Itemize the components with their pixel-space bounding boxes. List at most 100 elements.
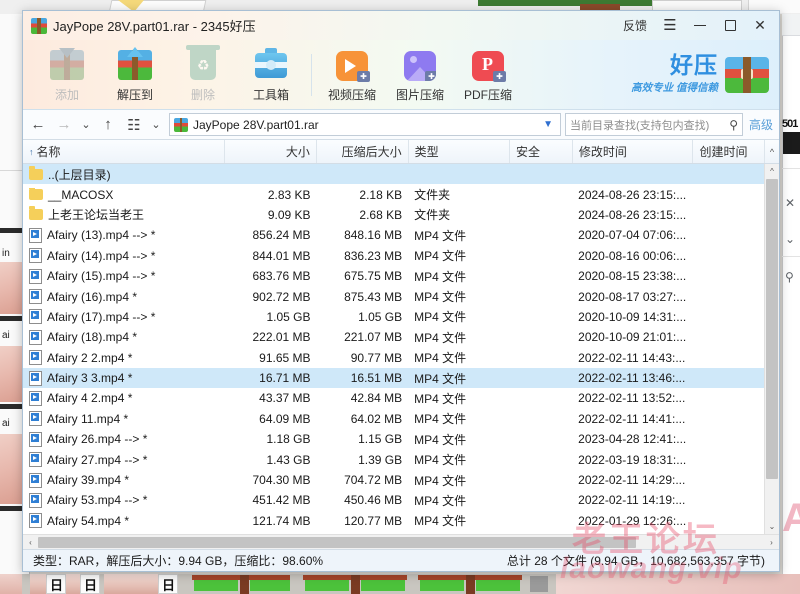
file-name-cell: Afairy 11.mp4 * [23, 411, 225, 427]
mp4-file-icon [29, 431, 42, 447]
search-input[interactable]: 当前目录查找(支持包内查找) ⚲ [564, 113, 743, 136]
file-name-label: Afairy (16).mp4 * [47, 289, 138, 304]
bottom-photo-strip-right [556, 574, 800, 594]
search-icon[interactable]: ⚲ [729, 118, 738, 132]
back-button[interactable]: ← [25, 112, 51, 138]
horizontal-scroll-thumb[interactable] [38, 536, 636, 548]
table-row[interactable]: Afairy 11.mp4 * 64.09 MB 64.02 MB MP4 文件 202… [23, 409, 764, 429]
toolbar-separator [311, 53, 312, 96]
table-row[interactable]: Afairy (16).mp4 * 902.72 MB 875.43 MB MP4 文… [23, 286, 764, 306]
background-close-icon[interactable]: ✕ [785, 196, 795, 210]
bottom-kanji-3: 日 [162, 578, 176, 593]
delete-button[interactable]: ♻ 删除 [169, 43, 237, 107]
column-header-security-label: 安全 [515, 145, 540, 159]
file-name-label: Afairy (14).mp4 --> * [47, 248, 156, 263]
mp4-file-icon [29, 350, 42, 366]
table-row[interactable]: Afairy 3 3.mp4 * 16.71 MB 16.51 MB MP4 文件 20… [23, 367, 764, 389]
up-level-button[interactable]: ↑ [95, 112, 121, 138]
background-chevron-down-icon[interactable]: ⌄ [785, 232, 795, 246]
main-toolbar: 添加 解压到 ♻ 删除 工具箱 ✚ 视频压缩 ✚ 图片压缩 P ✚ PDF压缩 … [23, 40, 779, 110]
file-packed-size-cell: 875.43 MB [344, 289, 403, 304]
list-view-icon: ☷ [127, 116, 141, 134]
path-input[interactable]: JayPope 28V.part01.rar ▼ [169, 113, 561, 136]
scroll-right-icon[interactable]: › [764, 538, 779, 547]
table-row[interactable]: Afairy 39.mp4 * 704.30 MB 704.72 MB MP4 文件 2… [23, 470, 764, 490]
background-left-label-in: in [2, 248, 10, 259]
mp4-file-icon [29, 513, 42, 529]
vertical-scroll-thumb[interactable] [766, 179, 778, 479]
table-row[interactable]: Afairy 53.mp4 --> * 451.42 MB 450.46 MB MP4… [23, 490, 764, 510]
image-compress-button[interactable]: ✚ 图片压缩 [386, 43, 454, 107]
horizontal-scroll-track[interactable] [38, 536, 764, 549]
file-packed-size-cell: 704.72 MB [344, 473, 403, 488]
add-button-label: 添加 [54, 87, 79, 102]
table-row[interactable]: Afairy 56.mp4 *100.74 MB100.40 MBMP4 文件2… [23, 531, 764, 534]
column-header-size-label: 大小 [285, 145, 310, 159]
column-header-type[interactable]: 类型 [409, 140, 510, 163]
table-row[interactable]: Afairy 26.mp4 --> * 1.18 GB 1.15 GB MP4 文件 2… [23, 429, 764, 449]
background-right-tab[interactable] [782, 14, 800, 36]
table-row[interactable]: Afairy 2 2.mp4 * 91.65 MB 90.77 MB MP4 文件 20… [23, 348, 764, 368]
forward-button[interactable]: → [51, 112, 77, 138]
file-modified-cell: 2022-02-11 13:46:... [578, 371, 686, 386]
maximize-button[interactable] [715, 12, 745, 40]
table-row[interactable]: Afairy (18).mp4 * 222.01 MB 221.07 MB MP4 文… [23, 327, 764, 347]
column-header-size[interactable]: 大小 [225, 140, 317, 163]
background-left-label-ai-2: ai [2, 418, 10, 429]
background-left-label-ai: ai [2, 330, 10, 341]
view-mode-dropdown-button[interactable]: ⌄ [147, 112, 165, 138]
file-packed-size-cell: 90.77 MB [350, 350, 403, 365]
scroll-up-icon[interactable]: ^ [765, 164, 779, 179]
toolbox-button[interactable]: 工具箱 [237, 43, 305, 107]
table-row[interactable]: Afairy (15).mp4 --> * 683.76 MB 675.75 MB M… [23, 266, 764, 286]
table-row[interactable]: Afairy (17).mp4 --> * 1.05 GB 1.05 GB MP4 文… [23, 307, 764, 327]
close-icon: ✕ [754, 17, 766, 33]
column-header-name[interactable]: ↑ 名称 [23, 140, 226, 163]
close-button[interactable]: ✕ [745, 12, 775, 40]
toolbox-icon [253, 47, 289, 83]
bottom-post-2 [351, 575, 360, 594]
file-name-label: Afairy 26.mp4 --> * [47, 432, 148, 447]
bottom-kanji-2: 日 [84, 578, 98, 593]
background-search-icon[interactable]: ⚲ [785, 270, 794, 284]
table-row[interactable]: Afairy 4 2.mp4 * 43.37 MB 42.84 MB MP4 文件 20… [23, 388, 764, 408]
pdf-compress-button[interactable]: P ✚ PDF压缩 [454, 43, 522, 107]
column-header-packed[interactable]: 压缩后大小 [317, 140, 409, 163]
scroll-left-icon[interactable]: ‹ [23, 538, 38, 547]
column-header-scroll-up-icon[interactable]: ^ [765, 140, 779, 163]
extract-to-button[interactable]: 解压到 [101, 43, 169, 107]
vertical-scroll-track[interactable] [765, 179, 779, 519]
feedback-button[interactable]: 反馈 [615, 17, 655, 34]
file-name-label: Afairy (18).mp4 * [47, 330, 138, 345]
file-name-label: __MACOSX [48, 187, 114, 202]
vertical-scrollbar[interactable]: ^ ⌄ [764, 164, 779, 534]
scroll-down-icon[interactable]: ⌄ [765, 519, 779, 534]
view-mode-button[interactable]: ☷ [121, 112, 147, 138]
advanced-search-link[interactable]: 高级 [745, 116, 777, 133]
table-row[interactable]: Afairy (13).mp4 --> * 856.24 MB 848.16 MB M… [23, 225, 764, 245]
table-row[interactable]: ..(上层目录) [23, 164, 764, 185]
pdf-compress-icon: P ✚ [470, 47, 506, 83]
horizontal-scrollbar[interactable]: ‹ › [23, 534, 779, 549]
back-arrow-icon: ← [30, 116, 46, 133]
path-dropdown-icon[interactable]: ▼ [543, 119, 553, 130]
column-header-security[interactable]: 安全 [510, 140, 573, 163]
file-list-rows[interactable]: ..(上层目录) __MACOSX 2.83 KB 2.18 KB 文件夹 2024-08… [23, 164, 764, 534]
table-row[interactable]: __MACOSX 2.83 KB 2.18 KB 文件夹 2024-08-26 23:1… [23, 184, 764, 204]
table-row[interactable]: 上老王论坛当老王 9.09 KB 2.68 KB 文件夹 2024-08-26 23:1… [23, 205, 764, 225]
video-compress-button[interactable]: ✚ 视频压缩 [318, 43, 386, 107]
add-button[interactable]: 添加 [33, 43, 101, 107]
file-modified-cell: 2023-04-28 12:41:... [578, 432, 687, 447]
column-header-created[interactable]: 创建时间 [693, 140, 766, 163]
table-row[interactable]: Afairy 54.mp4 * 121.74 MB 120.77 MB MP4 文件 2… [23, 511, 764, 531]
file-type-cell: MP4 文件 [414, 351, 467, 366]
table-row[interactable]: Afairy 27.mp4 --> * 1.43 GB 1.39 GB MP4 文件 2… [23, 449, 764, 469]
history-dropdown-button[interactable]: ⌄ [77, 112, 95, 138]
column-header-modified[interactable]: 修改时间 [573, 140, 694, 163]
minimize-button[interactable] [685, 12, 715, 40]
menu-button[interactable]: ☰ [655, 12, 685, 40]
table-row[interactable]: Afairy (14).mp4 --> * 844.01 MB 836.23 MB M… [23, 246, 764, 266]
background-right-window[interactable] [782, 14, 800, 574]
file-type-cell: MP4 文件 [414, 228, 467, 243]
brand-tagline: 高效专业 值得信赖 [631, 82, 718, 94]
